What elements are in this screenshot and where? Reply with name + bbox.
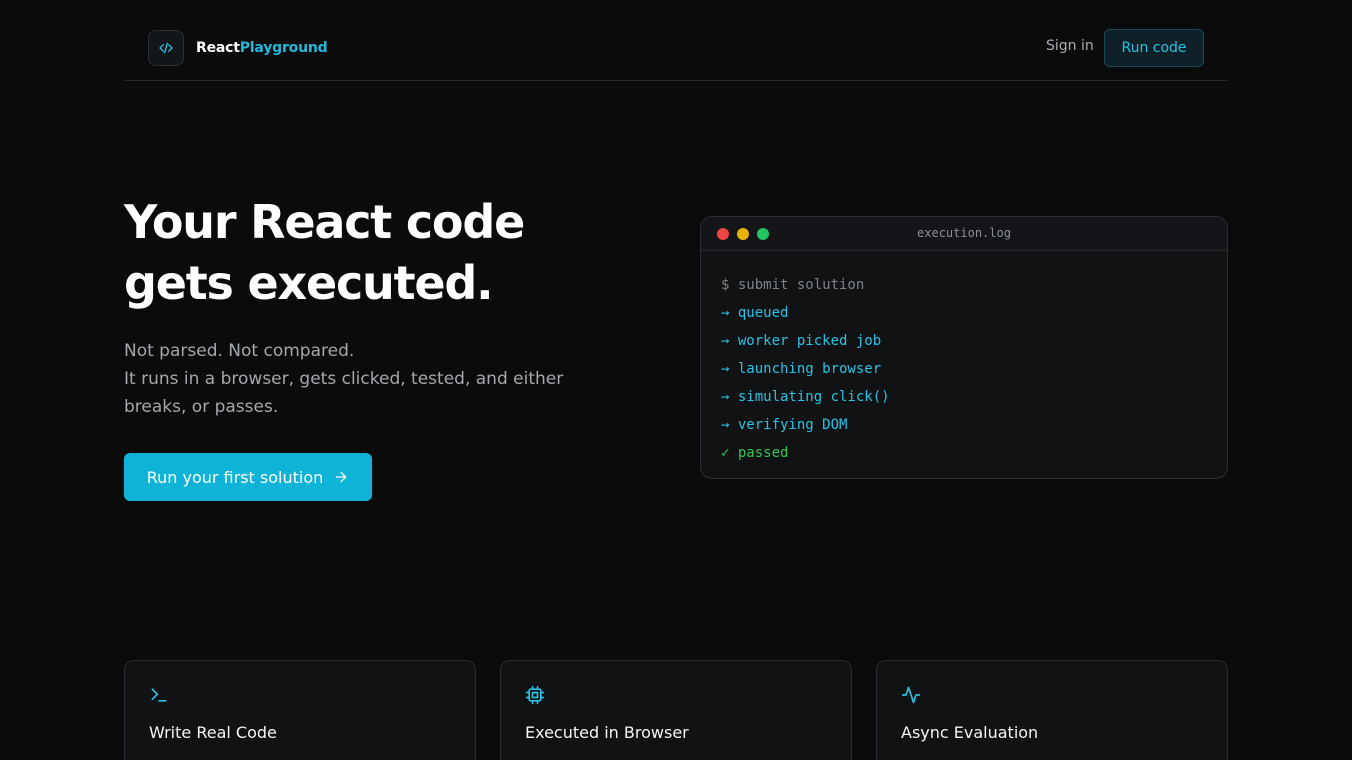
log-line-passed: ✓ passed (721, 445, 789, 461)
run-code-button[interactable]: Run code (1104, 29, 1204, 67)
activity-icon (901, 685, 921, 705)
log-line: → worker picked job (721, 333, 882, 349)
hero-subtitle-line1: Not parsed. Not compared. (124, 341, 355, 361)
log-line: → queued (721, 305, 789, 321)
hero-title-line2: gets executed. (124, 256, 494, 310)
execution-log-window: execution.log $ submit solution → queued… (700, 216, 1228, 479)
hero-subtitle: Not parsed. Not compared. It runs in a b… (124, 337, 624, 421)
page: ReactPlayground Sign in Run code Your Re… (0, 0, 1352, 760)
brand-name-part1: React (196, 40, 240, 56)
code-icon (148, 30, 184, 66)
cta-label: Run your first solution (146, 467, 324, 487)
hero-title-line1: Your React code (124, 195, 525, 249)
log-line: → launching browser (721, 361, 882, 377)
feature-card-write-real-code: Write Real Code (124, 660, 476, 760)
terminal-body: $ submit solution → queued → worker pick… (701, 251, 1227, 467)
brand-name-part2: Playground (239, 40, 328, 56)
terminal-titlebar: execution.log (701, 217, 1227, 251)
top-nav: ReactPlayground Sign in Run code (124, 0, 1228, 81)
sign-in-link[interactable]: Sign in (1046, 38, 1094, 54)
terminal-icon (149, 685, 169, 705)
terminal-title: execution.log (917, 226, 1011, 240)
feature-title: Async Evaluation (901, 723, 1039, 742)
feature-card-executed-in-browser: Executed in Browser (500, 660, 852, 760)
brand[interactable]: ReactPlayground (148, 30, 328, 66)
arrow-right-icon (333, 469, 349, 485)
log-line: → simulating click() (721, 389, 890, 405)
feature-title: Executed in Browser (525, 723, 689, 742)
feature-title: Write Real Code (149, 723, 277, 742)
log-line: $ submit solution (721, 277, 865, 293)
log-line: → verifying DOM (721, 417, 848, 433)
run-first-solution-button[interactable]: Run your first solution (124, 453, 372, 501)
hero-subtitle-line3: breaks, or passes. (124, 397, 279, 417)
cpu-icon (525, 685, 545, 705)
hero-subtitle-line2: It runs in a browser, gets clicked, test… (124, 369, 564, 389)
feature-card-async-evaluation: Async Evaluation (876, 660, 1228, 760)
hero-title: Your React code gets executed. (124, 192, 604, 314)
brand-name: ReactPlayground (196, 40, 328, 56)
